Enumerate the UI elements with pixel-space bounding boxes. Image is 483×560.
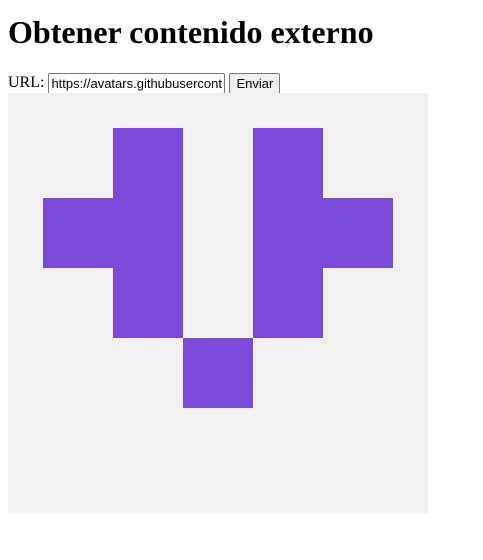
identicon-cell <box>183 338 253 408</box>
identicon-cell <box>113 198 183 268</box>
url-label: URL: <box>8 74 45 91</box>
page: Obtener contenido externo URL: Enviar <box>8 0 483 560</box>
identicon-cell <box>253 128 323 198</box>
identicon-background <box>8 93 428 513</box>
url-input[interactable] <box>48 72 226 94</box>
url-form: URL: Enviar <box>8 72 281 94</box>
identicon-image <box>8 93 428 513</box>
identicon-cell <box>113 128 183 198</box>
identicon-cell <box>253 268 323 338</box>
fetched-avatar-image <box>8 93 428 513</box>
page-title: Obtener contenido externo <box>8 14 374 50</box>
send-button[interactable]: Enviar <box>229 72 281 94</box>
identicon-cell <box>253 198 323 268</box>
identicon-cell <box>113 268 183 338</box>
identicon-cell <box>43 198 113 268</box>
identicon-cell <box>323 198 393 268</box>
